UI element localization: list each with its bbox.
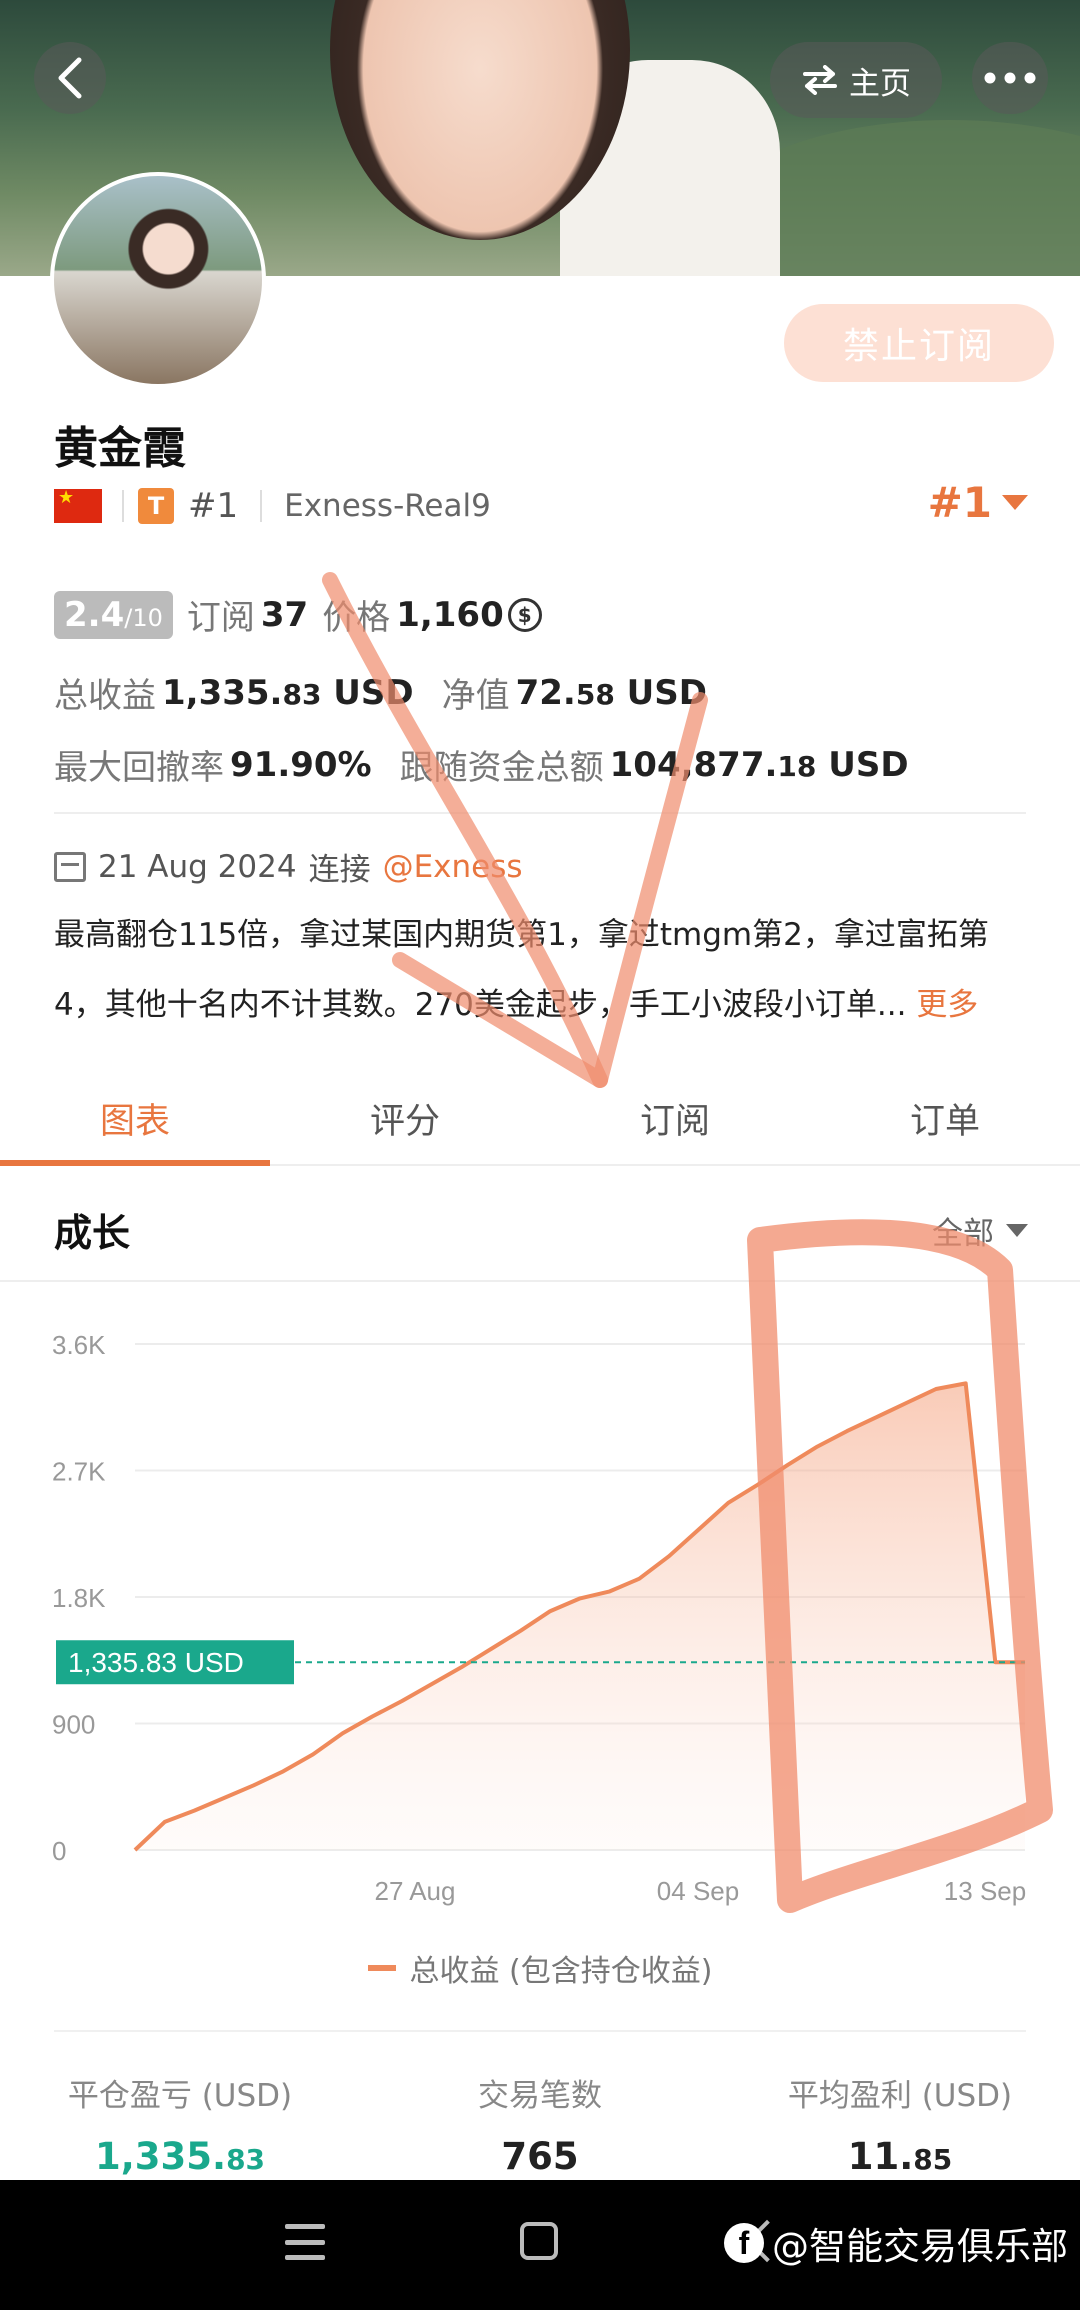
swap-icon xyxy=(803,65,837,95)
calendar-icon xyxy=(54,851,86,882)
y-tick-label: 0 xyxy=(52,1836,66,1866)
x-tick-label: 13 Sep xyxy=(944,1876,1026,1906)
score-badge: 2.4/10 xyxy=(54,590,173,639)
home-square-icon[interactable] xyxy=(520,2222,558,2260)
stats-row-2: 总收益 1,335.83 USD 净值 72.58 USD xyxy=(54,668,707,717)
summary-avg-profit: 平均盈利 (USD) 11.85 xyxy=(787,2078,1013,2178)
watermark-text: @智能交易俱乐部 xyxy=(772,2225,1068,2268)
total-profit-label: 总收益 xyxy=(54,676,156,716)
x-tick-label: 04 Sep xyxy=(657,1876,739,1906)
china-flag-icon xyxy=(54,487,102,523)
home-label: 主页 xyxy=(849,65,911,102)
stats-row-1: 2.4/10 订阅 37 价格 1,160 $ xyxy=(54,590,542,639)
separator xyxy=(260,490,263,522)
rank-dropdown[interactable]: #1 xyxy=(928,478,1028,527)
legend-label: 总收益 (包含持仓收益) xyxy=(409,1954,713,1989)
subscribe-count: 37 xyxy=(260,594,309,635)
broker-tag-link[interactable]: @Exness xyxy=(383,849,523,885)
subscribe-button[interactable]: 禁止订阅 xyxy=(784,304,1054,382)
trader-meta: T #1 Exness-Real9 xyxy=(54,484,491,528)
subscribe-count-label: 订阅 xyxy=(186,598,255,638)
price-value: 1,160 xyxy=(396,594,504,635)
tab-rating[interactable]: 评分 xyxy=(270,1072,540,1164)
rank-small: #1 xyxy=(188,486,239,526)
range-label: 全部 xyxy=(932,1216,994,1252)
connection-row: 21 Aug 2024 连接 @Exness xyxy=(54,844,523,889)
drawdown-label: 最大回撤率 xyxy=(54,748,224,788)
triangle-down-icon xyxy=(1006,1224,1028,1237)
summary-row: 平仓盈亏 (USD) 1,335.83 交易笔数 765 平均盈利 (USD) … xyxy=(0,2070,1080,2178)
y-tick-label: 1.8K xyxy=(52,1583,106,1613)
facebook-icon: f xyxy=(724,2223,764,2263)
system-nav-bar: f @智能交易俱乐部 xyxy=(0,2180,1080,2310)
tier-badge: T xyxy=(138,488,174,524)
total-profit-value: 1,335.83 USD xyxy=(162,672,414,713)
connect-label: 连接 xyxy=(308,852,371,888)
triangle-down-icon xyxy=(1002,495,1028,510)
home-button[interactable]: 主页 xyxy=(770,42,942,118)
drawdown-value: 91.90% xyxy=(230,744,372,785)
more-options-button[interactable] xyxy=(972,42,1048,114)
watermark: f @智能交易俱乐部 xyxy=(724,2216,1068,2270)
coin-icon: $ xyxy=(507,597,542,632)
description-line-1: 最高翻仓115倍，拿过某国内期货第1，拿过tmgm第2，拿过富拓第 xyxy=(54,917,989,953)
legend-swatch xyxy=(367,1965,396,1971)
more-icon xyxy=(984,72,1036,84)
broker-account: Exness-Real9 xyxy=(284,488,491,524)
tab-subscription[interactable]: 订阅 xyxy=(540,1072,810,1164)
growth-chart[interactable]: 3.6K 2.7K 1.8K 900 0 1,335.83 USD 27 Aug 04 Sep… xyxy=(0,1282,1080,2022)
rank-big: #1 xyxy=(927,478,992,527)
separator xyxy=(122,490,124,522)
summary-closed-pnl: 平仓盈亏 (USD) 1,335.83 xyxy=(67,2078,293,2178)
current-value-label: 1,335.83 USD xyxy=(68,1647,244,1678)
menu-icon[interactable] xyxy=(285,2224,325,2260)
follow-funds-label: 跟随资金总额 xyxy=(399,748,604,788)
x-tick-label: 27 Aug xyxy=(375,1876,456,1906)
growth-header: 成长 全部 xyxy=(0,1168,1080,1282)
more-link[interactable]: 更多 xyxy=(916,987,978,1023)
avatar[interactable] xyxy=(50,172,266,388)
range-dropdown[interactable]: 全部 xyxy=(932,1208,1028,1253)
y-tick-label: 900 xyxy=(52,1710,95,1740)
follow-funds-value: 104,877.18 USD xyxy=(609,744,909,785)
trader-name: 黄金霞 xyxy=(54,423,186,474)
y-tick-label: 3.6K xyxy=(52,1330,106,1360)
chart-legend: 总收益 (包含持仓收益) xyxy=(0,1946,1080,1990)
tab-chart[interactable]: 图表 xyxy=(0,1072,270,1166)
tab-bar: 图表 评分 订阅 订单 xyxy=(0,1072,1080,1166)
stats-row-3: 最大回撤率 91.90% 跟随资金总额 104,877.18 USD xyxy=(54,740,909,789)
y-tick-label: 2.7K xyxy=(52,1457,106,1487)
summary-trade-count: 交易笔数 765 xyxy=(478,2078,602,2178)
growth-title: 成长 xyxy=(54,1211,131,1255)
description-line-2: 4，其他十名内不计其数。270美金起步，手工小波段小订单... 更多 xyxy=(54,987,979,1023)
chevron-left-icon xyxy=(58,57,82,99)
tab-orders[interactable]: 订单 xyxy=(810,1072,1080,1164)
price-label: 价格 xyxy=(322,598,391,638)
back-button[interactable] xyxy=(34,42,106,114)
connect-date: 21 Aug 2024 xyxy=(98,848,297,885)
divider xyxy=(54,2030,1026,2032)
divider xyxy=(54,812,1026,814)
equity-label: 净值 xyxy=(441,676,510,716)
equity-value: 72.58 USD xyxy=(515,672,707,713)
